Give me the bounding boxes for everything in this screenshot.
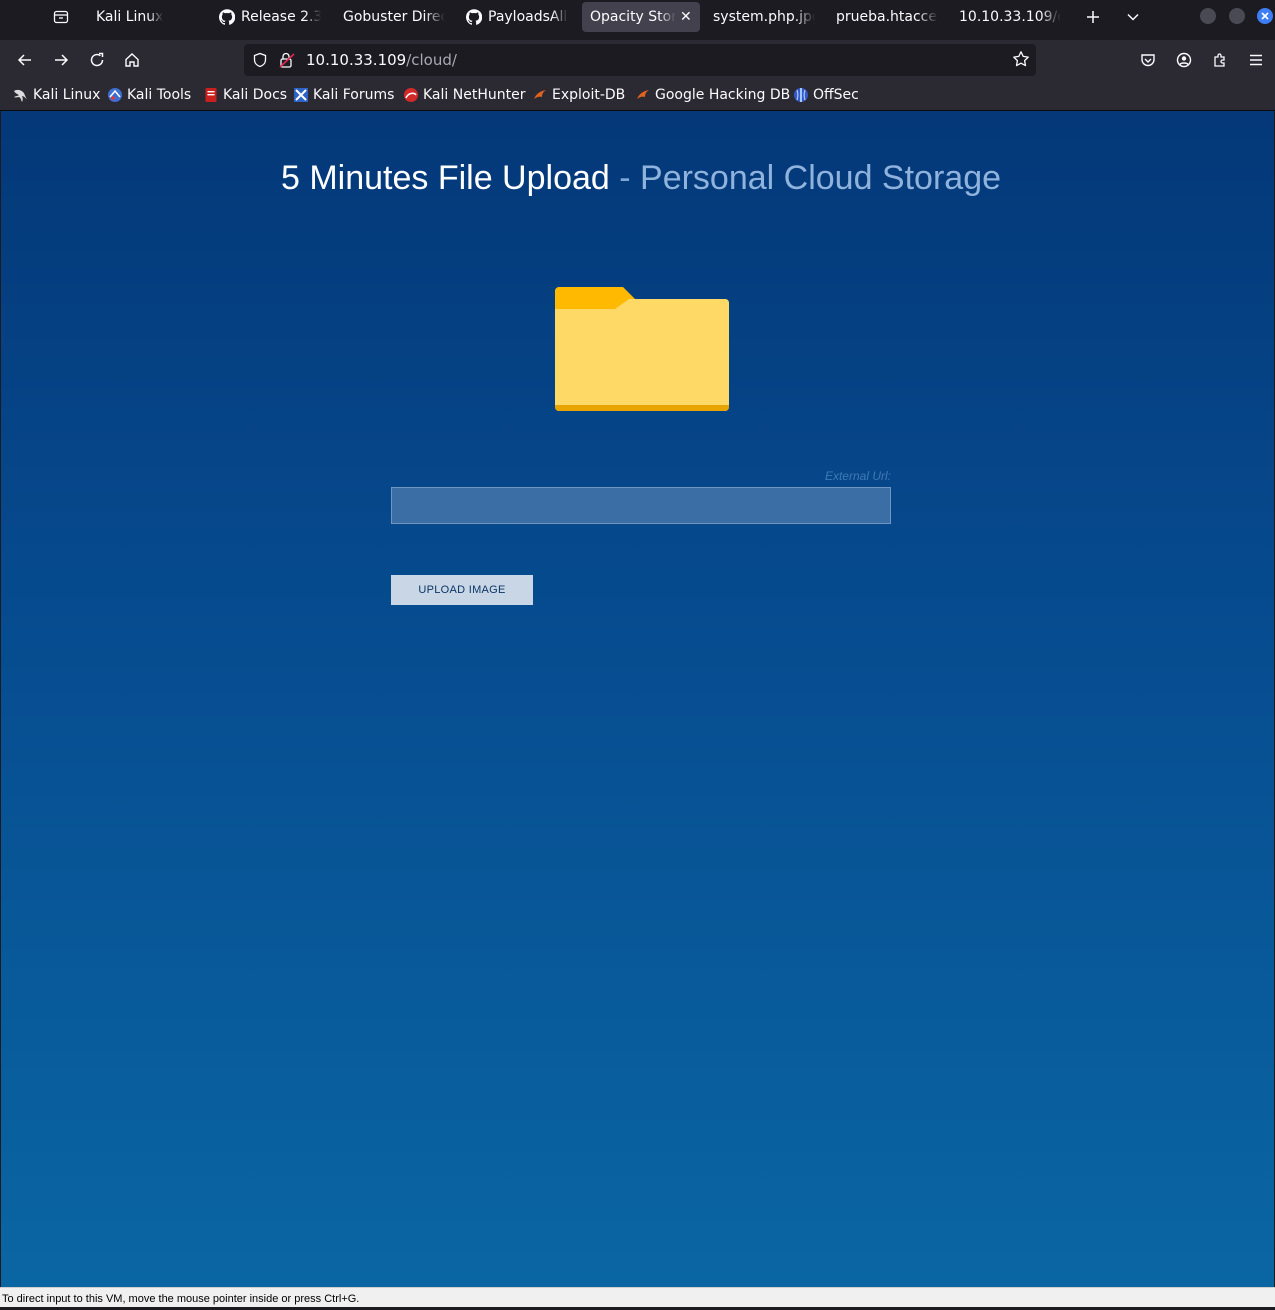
tab-close-icon[interactable]: ✕ [680, 9, 692, 25]
page-title: 5 Minutes File Upload - Personal Cloud S… [1, 159, 1275, 198]
kali-dragon-icon [13, 87, 29, 103]
folder-icon [553, 287, 731, 417]
arrow-left-icon [17, 54, 31, 66]
insecure-lock-icon[interactable] [278, 51, 296, 73]
upload-image-button[interactable]: UPLOAD IMAGE [391, 575, 533, 605]
puzzle-icon [1214, 53, 1225, 67]
home-button[interactable] [120, 48, 144, 72]
bookmark-label: Exploit-DB [552, 87, 626, 103]
tab-label: prueba.htaccess [836, 9, 938, 25]
bookmark-label: Kali Forums [313, 87, 395, 103]
window-minimize-button[interactable] [1200, 8, 1216, 24]
tab-label: PayloadsAllTheThings [488, 9, 568, 25]
bookmarks-toolbar: Kali Linux Kali Tools Kali Docs Kali For… [0, 80, 1275, 111]
firefox-view-icon [53, 10, 69, 24]
tab-release[interactable]: Release 2.3.0 [211, 2, 329, 32]
back-button[interactable] [13, 48, 37, 72]
reload-button[interactable] [85, 48, 109, 72]
bookmark-kali-tools[interactable]: Kali Tools [107, 85, 191, 105]
tab-label: Gobuster Directory [343, 9, 445, 25]
exploit-db-icon [532, 87, 548, 103]
github-icon [466, 9, 482, 25]
new-tab-button[interactable] [1082, 6, 1104, 28]
bookmark-label: Kali NetHunter [423, 87, 526, 103]
home-icon [125, 53, 139, 67]
tab-strip: Kali Linux Release 2.3.0 Gobuster Direct… [0, 0, 1275, 36]
url-path: /cloud/ [406, 51, 457, 69]
offsec-icon [793, 87, 809, 103]
bookmark-label: Kali Tools [127, 87, 192, 103]
tab-label: Release 2.3.0 [241, 9, 321, 25]
ghdb-icon [635, 87, 651, 103]
bookmark-star-icon[interactable] [1012, 50, 1030, 72]
bookmark-label: Kali Docs [223, 87, 288, 103]
chevron-down-icon [1127, 13, 1139, 21]
bookmark-kali-docs[interactable]: Kali Docs [203, 85, 287, 105]
bookmark-label: Kali Linux [33, 87, 101, 103]
title-main: 5 Minutes File Upload [280, 159, 610, 197]
bookmark-kali-nethunter[interactable]: Kali NetHunter [403, 85, 525, 105]
tab-kali-linux[interactable]: Kali Linux [88, 2, 208, 32]
navigation-toolbar: 10.10.33.109/cloud/ [0, 40, 1275, 80]
title-separator: - [609, 159, 641, 197]
account-button[interactable] [1172, 48, 1196, 72]
close-icon [1261, 12, 1269, 20]
tab-gobuster[interactable]: Gobuster Directory [335, 2, 453, 32]
external-url-label: External Url: [824, 469, 891, 483]
tab-system-php[interactable]: system.php.jpg [705, 2, 823, 32]
url-host: 10.10.33.109 [306, 51, 407, 69]
kali-tools-icon [107, 87, 123, 103]
github-icon [219, 9, 235, 25]
list-all-tabs-button[interactable] [1122, 6, 1144, 28]
tab-label: system.php.jpg [713, 9, 815, 25]
tab-label: 10.10.33.109/cloud [959, 9, 1061, 25]
pocket-button[interactable] [1136, 48, 1160, 72]
url-bar[interactable]: 10.10.33.109/cloud/ [244, 44, 1036, 76]
menu-button[interactable] [1244, 48, 1268, 72]
hamburger-menu-icon [1250, 54, 1262, 66]
title-subtitle: Personal Cloud Storage [640, 159, 1002, 197]
tab-cloud[interactable]: 10.10.33.109/cloud [951, 2, 1069, 32]
nethunter-icon [403, 87, 419, 103]
external-url-input[interactable] [391, 487, 891, 524]
account-icon [1176, 52, 1192, 68]
page-content: 5 Minutes File Upload - Personal Cloud S… [1, 111, 1274, 1287]
url-text[interactable]: 10.10.33.109/cloud/ [306, 51, 457, 69]
tracking-protection-shield-icon[interactable] [252, 52, 268, 72]
firefox-view-button[interactable] [50, 6, 72, 28]
extensions-button[interactable] [1208, 48, 1232, 72]
tab-prueba-htaccess[interactable]: prueba.htaccess [828, 2, 946, 32]
bookmark-kali-forums[interactable]: Kali Forums [293, 85, 394, 105]
bookmark-google-hacking-db[interactable]: Google Hacking DB [635, 85, 790, 105]
pocket-icon [1141, 54, 1155, 67]
window-maximize-button[interactable] [1229, 8, 1245, 24]
tab-label: Opacity Storage [590, 9, 676, 25]
reload-icon [90, 52, 104, 67]
tab-payloads[interactable]: PayloadsAllTheThings [458, 2, 576, 32]
tab-label: Kali Linux [96, 9, 164, 25]
vm-status-bar: To direct input to this VM, move the mou… [0, 1287, 1275, 1307]
bookmark-kali-linux[interactable]: Kali Linux [13, 85, 100, 105]
plus-icon [1087, 11, 1099, 23]
bookmark-offsec[interactable]: OffSec [793, 85, 859, 105]
kali-forums-icon [293, 87, 309, 103]
tab-opacity-storage[interactable]: Opacity Storage ✕ [582, 2, 700, 32]
bookmark-label: OffSec [813, 87, 859, 103]
bookmark-label: Google Hacking DB [655, 87, 791, 103]
kali-docs-icon [203, 87, 219, 103]
window-close-button[interactable] [1257, 8, 1273, 24]
bookmark-exploit-db[interactable]: Exploit-DB [532, 85, 625, 105]
arrow-right-icon [55, 54, 69, 66]
forward-button[interactable] [49, 48, 73, 72]
